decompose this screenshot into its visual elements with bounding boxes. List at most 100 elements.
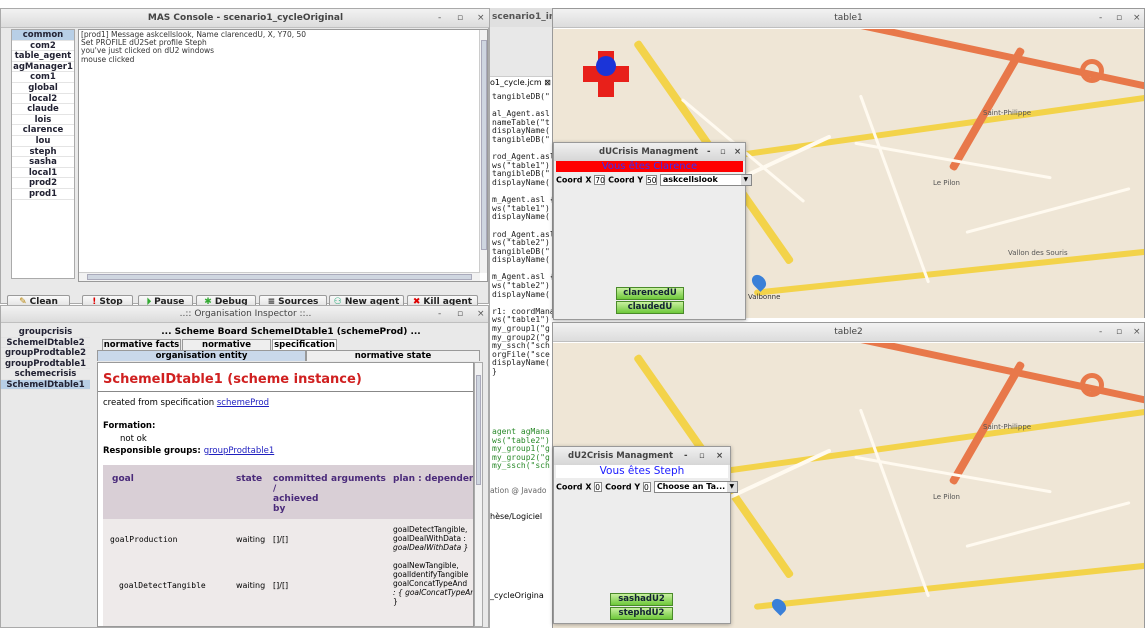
du2-dialog-maximize-button[interactable]: ▫ [699,447,705,465]
task-select[interactable]: Choose an Ta... ▼ [653,481,738,493]
red-cross-marker-icon[interactable] [583,51,629,97]
entity-list-item[interactable]: SchemeIDtable2 [1,338,90,348]
du-dialog-maximize-button[interactable]: ▫ [720,143,726,161]
map-place-label: Saint-Philippe [983,423,1032,431]
agent-list-item[interactable]: lou [12,136,74,147]
table1-titlebar[interactable]: table1 [553,9,1144,28]
du2-dialog-titlebar[interactable]: dU2Crisis Managment - ▫ × [554,447,730,465]
table2-minimize-button[interactable]: - [1099,323,1102,342]
du-dialog-minimize-button[interactable]: - [707,143,711,161]
roundabout [1080,373,1104,397]
task-select[interactable]: askcellslook ▼ [659,174,752,186]
responsible-groups-label: Responsible groups: [103,446,204,456]
entity-list-item[interactable]: SchemeIDtable1 [1,379,90,390]
entity-list-item[interactable]: groupcrisis [1,327,90,338]
code-line: displayName( [492,177,550,187]
editor-file-tab[interactable]: o1_cycle.jcm ⊠ [490,78,554,90]
table2-titlebar[interactable]: table2 [553,323,1144,342]
inspector-maximize-button[interactable]: ▫ [457,306,463,323]
close-tab-icon[interactable]: ⊠ [544,78,551,87]
agent-list-item[interactable]: com1 [12,72,74,83]
tab-normative-facts[interactable]: normative facts [102,339,181,350]
agent-list-item[interactable]: clarence [12,125,74,136]
table-row: goalDetectTangible waiting []/[] goalNew… [119,561,474,606]
organisation-inspector-window: ..:: Organisation Inspector ::.. - ▫ × g… [0,305,489,628]
agent-list-item[interactable]: agManager1 [12,62,74,73]
log-line: mouse clicked [81,54,135,64]
inspector-titlebar[interactable]: ..:: Organisation Inspector ::.. [1,306,488,323]
subtab-normative-state[interactable]: normative state [306,350,480,361]
created-from-label: created from specification [103,398,217,408]
console-log-area[interactable]: [prod1] Message askcellslook, Name clare… [78,29,488,282]
coord-y-input[interactable]: 0 [643,481,652,492]
agent-list-item[interactable]: common [12,30,74,41]
agent-list-item[interactable]: table_agent [12,51,74,62]
table1-minimize-button[interactable]: - [1099,9,1102,28]
console-minimize-button[interactable]: - [438,9,441,28]
log-vscrollbar[interactable] [479,30,487,273]
goal-table: goal state committed / achieved by argument… [103,465,474,626]
clarencedu-button[interactable]: clarencedU [616,287,684,300]
agent-list-item[interactable]: local1 [12,168,74,179]
code-line: tangibleDB(" [492,92,550,101]
subtab-organisation-entity[interactable]: organisation entity [97,350,306,361]
du2-dialog-minimize-button[interactable]: - [684,447,688,465]
scheme-heading: SchemeIDtable1 (scheme instance) [103,372,362,387]
table2-maximize-button[interactable]: ▫ [1116,323,1122,342]
map-place-label: Valbonne [748,293,781,301]
console-close-button[interactable]: × [477,9,485,28]
console-maximize-button[interactable]: ▫ [457,9,463,28]
console-titlebar[interactable]: MAS Console - scenario1_cycleOriginal [1,9,490,28]
agent-list-item[interactable]: prod1 [12,189,74,200]
blue-agent-marker-icon[interactable] [596,56,616,76]
coord-y-input[interactable]: 50 [646,174,658,185]
tab-normative-program[interactable]: normative program [182,339,271,360]
entity-list-item[interactable]: groupProdtable1 [1,359,90,369]
inspector-minimize-button[interactable]: - [438,306,441,323]
du2-dialog-close-button[interactable]: × [716,447,723,465]
log-hscroll-thumb[interactable] [87,274,472,280]
group-prod-table1-link[interactable]: groupProdtable1 [204,446,275,456]
entity-list-item[interactable]: schemecrisis [1,369,90,380]
agent-list-item[interactable]: com2 [12,41,74,52]
agent-list-item[interactable]: steph [12,147,74,158]
tab-specification[interactable]: specification [272,339,337,350]
agent-list: common com2 table_agent agManager1 com1 globa… [11,29,75,279]
map-place-label: Le Pilon [933,179,960,187]
entity-list-item[interactable]: groupProdtable2 [1,348,90,359]
coord-x-input[interactable]: 0 [594,481,603,492]
editor-code[interactable]: tangibleDB(" al_Agent.asl nameTable("t disp… [492,92,554,377]
editor-code-agent[interactable]: agent agMana ws("table2") my_group1("g my_g… [492,427,550,471]
agent-list-item[interactable]: sasha [12,157,74,168]
editor-titlebar[interactable]: scenario1_imp [490,8,554,27]
sashadu2-button[interactable]: sashadU2 [610,593,673,606]
agent-list-item[interactable]: global [12,83,74,94]
map-place-label: Vallon des Souris [1008,249,1068,257]
formation-label: Formation: [103,421,156,431]
console-title: MAS Console - scenario1_cycleOriginal [147,13,344,23]
du-dialog-close-button[interactable]: × [734,143,741,161]
inspector-title: ..:: Organisation Inspector ::.. [179,309,312,319]
claudedu-button[interactable]: claudedU [616,301,684,314]
stephdu2-button[interactable]: stephdU2 [610,607,673,620]
agent-list-item[interactable]: claude [12,104,74,115]
table2-close-button[interactable]: × [1133,323,1141,342]
agent-list-item[interactable]: prod2 [12,178,74,189]
du-dialog-titlebar[interactable]: dUCrisis Managment - ▫ × [554,143,745,161]
coord-x-input[interactable]: 70 [594,174,606,185]
du2-dialog-header: Vous êtes Steph [556,465,728,478]
table1-close-button[interactable]: × [1133,9,1141,28]
table1-maximize-button[interactable]: ▫ [1116,9,1122,28]
agent-list-item[interactable]: local2 [12,94,74,105]
log-scroll-thumb[interactable] [481,40,487,250]
editor-bottom-tabs[interactable]: ation @ Javado [490,486,554,498]
du-crisis-dialog: dUCrisis Managment - ▫ × Vous êtes Clare… [553,142,752,320]
detail-scroll-thumb[interactable] [476,375,481,485]
log-hscrollbar[interactable] [79,272,480,281]
map-pin-icon[interactable] [769,596,789,616]
code-line: displayName( [492,212,550,222]
detail-vscrollbar[interactable] [474,362,483,627]
inspector-close-button[interactable]: × [477,306,485,323]
agent-list-item[interactable]: lois [12,115,74,126]
scheme-prod-link[interactable]: schemeProd [217,398,269,408]
